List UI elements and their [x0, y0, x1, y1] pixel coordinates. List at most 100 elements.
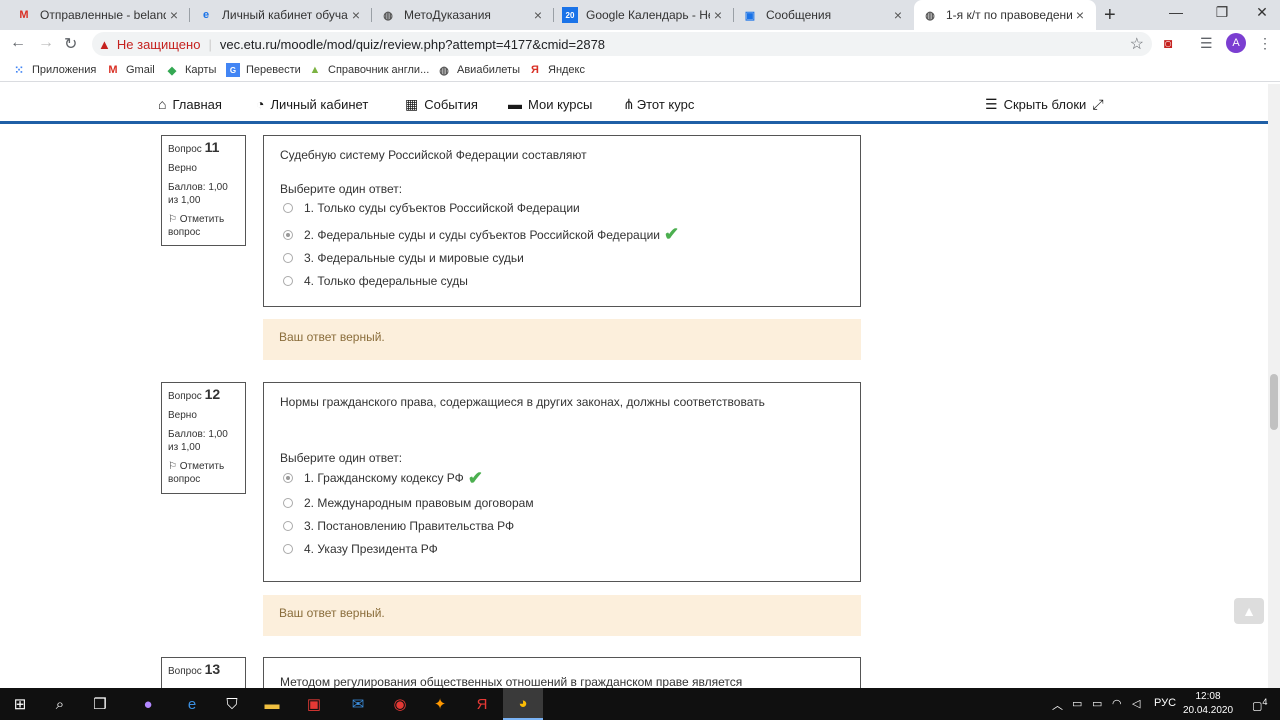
menu-icon[interactable]: ⋮: [1258, 35, 1272, 52]
flag-question-link[interactable]: ⚐ Отметить вопрос: [168, 460, 239, 486]
bookmark-translate[interactable]: G Перевести: [226, 63, 301, 77]
reading-list-icon[interactable]: ☰: [1200, 35, 1213, 52]
close-icon[interactable]: ×: [1072, 7, 1088, 23]
radio-button[interactable]: [283, 543, 293, 554]
tab-gmail[interactable]: M Отправленные - belandr499 ×: [8, 0, 190, 30]
question-number: Вопрос 13: [168, 661, 221, 677]
windows-start-icon[interactable]: ⊞: [0, 688, 40, 720]
forward-icon[interactable]: →: [38, 34, 54, 52]
check-icon: ✔: [467, 467, 483, 488]
calendar-icon: ▦: [405, 96, 419, 112]
security-label[interactable]: Не защищено: [117, 37, 201, 52]
apps-grid-icon: ⁙: [13, 63, 25, 77]
answer-option[interactable]: 2. Федеральные суды и суды субъектов Рос…: [280, 219, 844, 250]
bookmark-apps[interactable]: ⁙ Приложения: [12, 63, 96, 77]
answer-option[interactable]: 3. Постановлению Правительства РФ: [280, 514, 844, 537]
close-icon[interactable]: ×: [530, 7, 546, 23]
tab-calendar[interactable]: 20 Google Календарь - Неделя ×: [554, 0, 734, 30]
back-icon[interactable]: ←: [10, 34, 26, 52]
calendar-icon: 20: [562, 7, 578, 23]
notifications-icon[interactable]: ▢4: [1252, 697, 1268, 713]
nav-home[interactable]: ⌂ Главная: [158, 96, 222, 112]
pocket-extension-icon[interactable]: ◙: [1164, 35, 1172, 51]
flag-question-link[interactable]: ⚐ Отметить вопрос: [168, 213, 239, 239]
radio-button[interactable]: [283, 202, 293, 213]
briefcase-icon: ▬: [508, 96, 522, 112]
bookmark-reference[interactable]: ▲ Справочник англи...: [308, 63, 430, 77]
tab-cabinet[interactable]: e Личный кабинет обучающе ×: [190, 0, 372, 30]
radio-button[interactable]: [283, 229, 293, 240]
maximize-icon[interactable]: ❐: [1212, 4, 1232, 21]
warning-icon: ▲: [98, 36, 111, 52]
reload-icon[interactable]: ↻: [64, 34, 77, 54]
close-icon[interactable]: ×: [348, 7, 364, 23]
tab-quiz[interactable]: ◍ 1-я к/т по правоведению д ×: [914, 0, 1096, 30]
url-text[interactable]: vec.etu.ru/moodle/mod/quiz/review.php?at…: [220, 37, 605, 52]
nav-hide-blocks[interactable]: ☰ Скрыть блоки ⤢: [985, 96, 1104, 113]
cortana-icon[interactable]: ●: [128, 688, 168, 720]
expand-icon[interactable]: ⤢: [1092, 96, 1103, 113]
chrome-icon[interactable]: ◕: [503, 688, 543, 720]
tab-title: 1-я к/т по правоведению д: [946, 8, 1072, 22]
wifi-icon[interactable]: ◠: [1112, 697, 1122, 710]
nav-my-courses[interactable]: ▬ Мои курсы: [508, 96, 592, 112]
question-state: Верно: [168, 410, 197, 421]
radio-button[interactable]: [283, 253, 293, 263]
close-icon[interactable]: ×: [890, 7, 906, 23]
bookmark-flights[interactable]: ◍ Авиабилеты: [437, 63, 520, 77]
radio-button[interactable]: [283, 497, 293, 508]
mail-icon[interactable]: ✉: [338, 688, 378, 720]
radio-button[interactable]: [283, 520, 293, 531]
answer-option[interactable]: 1. Гражданскому кодексу РФ ✔: [280, 465, 844, 491]
sitemap-icon: ⋔: [623, 96, 635, 112]
scrollbar-thumb[interactable]: [1270, 374, 1278, 430]
address-bar[interactable]: ▲ Не защищено | vec.etu.ru/moodle/mod/qu…: [92, 32, 1152, 56]
tab-messages[interactable]: ▣ Сообщения ×: [734, 0, 914, 30]
bookmark-label: Gmail: [126, 64, 155, 76]
answer-option[interactable]: 2. Международным правовым договорам: [280, 491, 844, 514]
app-icon[interactable]: ✦: [420, 688, 460, 720]
search-icon[interactable]: ⌕: [40, 688, 80, 720]
question-info-11: Вопрос 11 Верно Баллов: 1,00 из 1,00 ⚐ О…: [161, 135, 246, 246]
close-icon[interactable]: ×: [710, 7, 726, 23]
close-icon[interactable]: ×: [166, 7, 182, 23]
maps-pin-icon: ◆: [167, 64, 177, 77]
language-indicator[interactable]: РУС: [1154, 697, 1176, 709]
store-icon[interactable]: ⛉: [212, 688, 252, 720]
bookmark-gmail[interactable]: M Gmail: [106, 63, 155, 77]
back-to-top-button[interactable]: ▲: [1234, 598, 1264, 624]
answer-option[interactable]: 1. Только суды субъектов Российской Феде…: [280, 196, 844, 219]
yandex-browser-icon[interactable]: Я: [462, 688, 502, 720]
feedback-box: Ваш ответ верный.: [263, 595, 861, 636]
answer-option[interactable]: 3. Федеральные суды и мировые судьи: [280, 250, 844, 266]
answer-prompt: Выберите один ответ:: [280, 451, 403, 465]
edge-icon[interactable]: e: [172, 688, 212, 720]
close-window-icon[interactable]: ✕: [1252, 4, 1272, 21]
nav-events[interactable]: ▦ События: [405, 96, 478, 113]
opera-icon[interactable]: ◉: [380, 688, 420, 720]
bookmark-yandex[interactable]: Я Яндекс: [528, 63, 585, 77]
radio-button[interactable]: [283, 473, 293, 483]
task-view-icon[interactable]: ❒: [80, 688, 120, 720]
minimize-icon[interactable]: —: [1166, 4, 1186, 20]
nav-label: Этот курс: [636, 97, 695, 112]
tab-metodukazaniya[interactable]: ◍ МетоДуказания ×: [372, 0, 554, 30]
battery-icon[interactable]: ▭: [1092, 697, 1102, 710]
show-hidden-icons[interactable]: ︿: [1052, 697, 1063, 713]
clock[interactable]: 12:08 20.04.2020: [1178, 690, 1238, 718]
avatar[interactable]: A: [1226, 33, 1246, 53]
nav-this-course[interactable]: ⋔ Этот курс: [623, 96, 694, 113]
bookmark-maps[interactable]: ◆ Карты: [165, 63, 217, 77]
bookmark-star-icon[interactable]: ☆: [1130, 34, 1144, 54]
network-icon[interactable]: ▭: [1072, 697, 1082, 710]
office-icon[interactable]: ▣: [294, 688, 334, 720]
answer-option[interactable]: 4. Указу Президента РФ: [280, 537, 844, 560]
tab-title: Отправленные - belandr499: [40, 8, 166, 22]
new-tab-icon[interactable]: +: [1104, 4, 1116, 27]
answer-option[interactable]: 4. Только федеральные суды: [280, 266, 844, 296]
volume-icon[interactable]: ◁: [1132, 697, 1140, 710]
radio-button[interactable]: [283, 276, 293, 286]
page-scrollbar[interactable]: [1268, 84, 1280, 688]
folder-icon[interactable]: ▬: [252, 688, 292, 720]
nav-cabinet[interactable]: ◔ Личный кабинет: [256, 96, 368, 112]
